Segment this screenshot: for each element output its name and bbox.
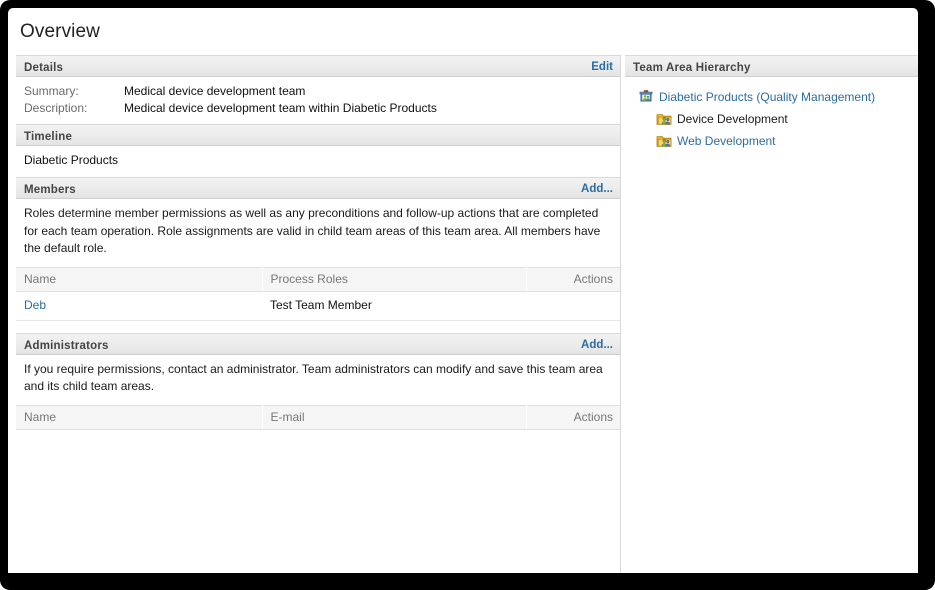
hierarchy-section-header: Team Area Hierarchy [625, 55, 918, 77]
members-section-header: Members Add... [16, 177, 621, 199]
administrators-table-header-row: Name E-mail Actions [16, 404, 621, 430]
right-column: Team Area Hierarchy Diabetic Products (Q… [625, 55, 918, 152]
tree-node-label[interactable]: Web Development [677, 134, 776, 148]
team-area-hierarchy-tree: Diabetic Products (Quality Management) D… [625, 77, 918, 152]
administrators-table: Name E-mail Actions [16, 404, 621, 430]
window-frame: Overview Details Edit Summary: Medical d… [0, 0, 935, 590]
member-name-link[interactable]: Deb [24, 298, 46, 312]
members-table: Name Process Roles Actions Deb Test Team… [16, 266, 621, 321]
team-area-folder-icon [656, 133, 672, 149]
left-column: Details Edit Summary: Medical device dev… [16, 55, 621, 430]
administrators-col-name: Name [16, 404, 263, 430]
project-area-icon [638, 89, 654, 105]
members-description: Roles determine member permissions as we… [24, 206, 601, 255]
hierarchy-section-title: Team Area Hierarchy [633, 62, 751, 74]
members-col-process-roles: Process Roles [262, 266, 527, 292]
timeline-section-header: Timeline [16, 124, 621, 146]
member-name-cell: Deb [16, 291, 262, 321]
members-section-title: Members [24, 184, 76, 196]
page-title: Overview [20, 21, 100, 42]
members-col-actions: Actions [526, 266, 621, 292]
details-section-title: Details [24, 62, 64, 74]
description-value: Medical device development team within D… [124, 101, 437, 115]
members-col-name: Name [16, 266, 263, 292]
column-divider [620, 55, 621, 573]
team-area-folder-icon [656, 111, 672, 127]
page-container: Overview Details Edit Summary: Medical d… [8, 8, 918, 573]
administrators-description: If you require permissions, contact an a… [24, 361, 603, 394]
tree-node-label: Device Development [677, 112, 788, 126]
timeline-section-title: Timeline [24, 131, 73, 143]
details-section-body: Summary: Medical device development team… [16, 77, 621, 124]
members-add-link[interactable]: Add... [581, 178, 613, 200]
detail-row-summary: Summary: Medical device development team [24, 83, 613, 100]
administrators-col-email: E-mail [262, 404, 527, 430]
administrators-section-title: Administrators [24, 339, 109, 352]
table-row[interactable]: Deb Test Team Member [16, 291, 621, 321]
content-columns: Details Edit Summary: Medical device dev… [8, 55, 918, 573]
detail-row-description: Description: Medical device development … [24, 100, 613, 117]
members-table-header-row: Name Process Roles Actions [16, 266, 621, 292]
administrators-add-link[interactable]: Add... [581, 334, 613, 356]
tree-node-diabetic-products[interactable]: Diabetic Products (Quality Management) [638, 86, 918, 108]
member-roles-cell: Test Team Member [262, 291, 526, 321]
details-section-header: Details Edit [16, 55, 621, 77]
administrators-section-body: If you require permissions, contact an a… [16, 355, 621, 405]
summary-label: Summary: [24, 84, 79, 98]
member-actions-cell [526, 291, 621, 321]
tree-node-label[interactable]: Diabetic Products (Quality Management) [659, 90, 875, 104]
edit-link[interactable]: Edit [591, 56, 613, 78]
description-label: Description: [24, 101, 88, 115]
members-section-body: Roles determine member permissions as we… [16, 199, 621, 267]
administrators-section-header: Administrators Add... [16, 332, 621, 356]
tree-node-device-development[interactable]: Device Development [638, 108, 918, 130]
tree-node-web-development[interactable]: Web Development [638, 130, 918, 152]
timeline-value: Diabetic Products [24, 153, 119, 167]
administrators-col-actions: Actions [526, 404, 621, 430]
summary-value: Medical device development team [124, 84, 306, 98]
